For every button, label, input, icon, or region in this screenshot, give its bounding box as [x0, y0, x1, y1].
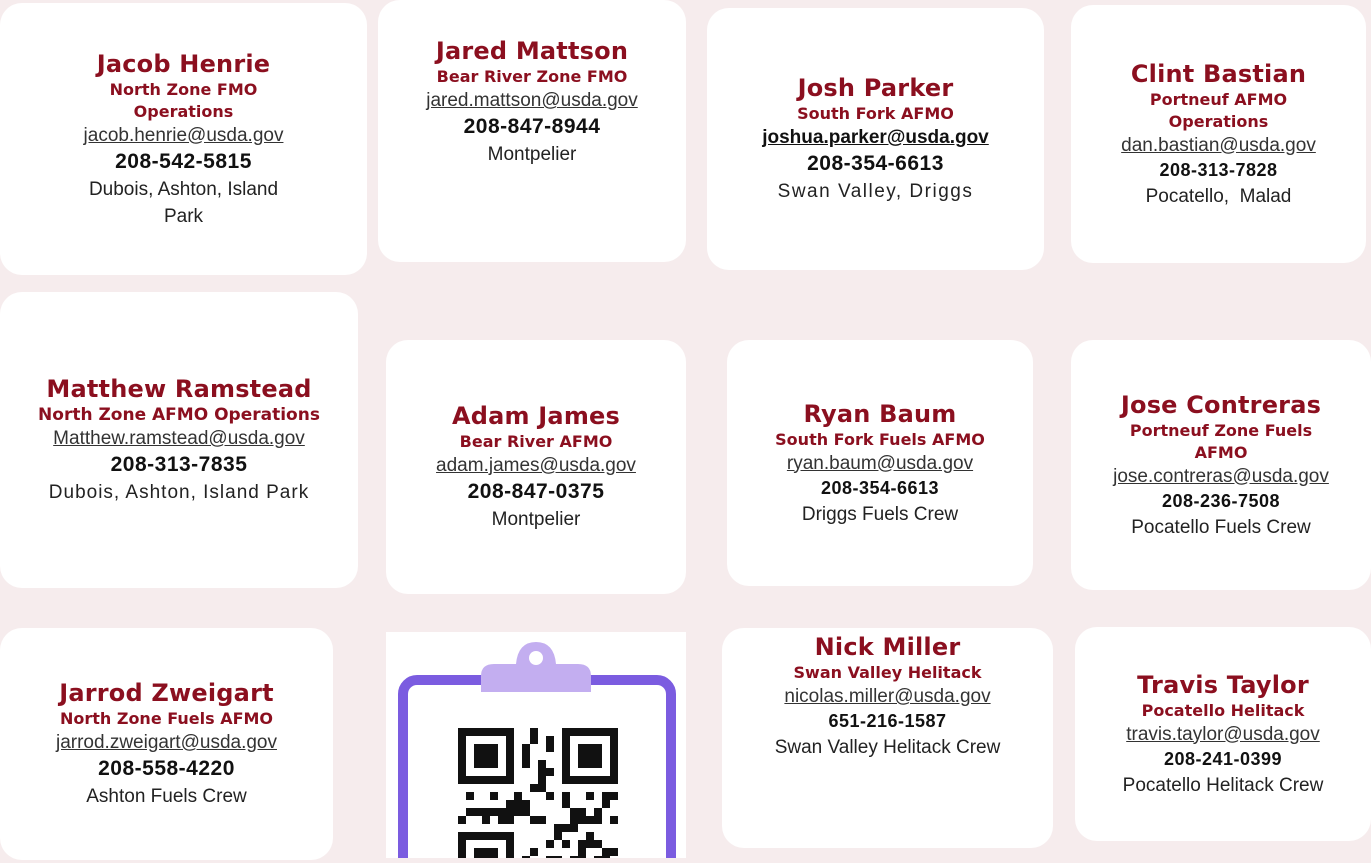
contact-card-jarrod-zweigart: Jarrod Zweigart North Zone Fuels AFMO ja… [0, 628, 333, 860]
qr-code-card [386, 632, 686, 863]
contact-title: North Zone Fuels AFMO [59, 709, 274, 728]
contact-email-link[interactable]: jarrod.zweigart@usda.gov [56, 730, 277, 755]
contact-email-link[interactable]: jared.mattson@usda.gov [426, 88, 638, 113]
contact-location: Swan Valley, Driggs [777, 181, 974, 202]
contact-phone: 208-236-7508 [1161, 490, 1281, 511]
contact-card-jose-contreras: Jose Contreras Portneuf Zone Fuels AFMO … [1071, 340, 1371, 590]
contact-name: Travis Taylor [1137, 670, 1309, 699]
contact-email-link[interactable]: travis.taylor@usda.gov [1126, 722, 1320, 747]
contact-email-link[interactable]: dan.bastian@usda.gov [1121, 133, 1316, 158]
contact-name: Nick Miller [814, 633, 961, 661]
contact-location: Pocatello Helitack Crew [1122, 774, 1324, 796]
contact-card-clint-bastian: Clint Bastian Portneuf AFMO Operations d… [1071, 5, 1366, 263]
contact-card-adam-james: Adam James Bear River AFMO adam.james@us… [386, 340, 686, 594]
contact-title: Bear River Zone FMO [436, 67, 628, 86]
contact-phone: 208-558-4220 [98, 757, 235, 780]
contact-card-josh-parker: Josh Parker South Fork AFMO joshua.parke… [707, 8, 1044, 270]
contact-location: Ashton Fuels Crew [86, 786, 247, 807]
contact-phone: 208-542-5815 [115, 149, 252, 173]
contact-title: South Fork AFMO [797, 104, 954, 123]
contact-title: Bear River AFMO [459, 432, 613, 451]
contact-name: Jose Contreras [1120, 390, 1322, 419]
contact-name: Jarrod Zweigart [59, 679, 274, 707]
contact-name: Matthew Ramstead [46, 375, 312, 403]
contact-location: Pocatello Fuels Crew [1131, 516, 1311, 538]
contact-location: Driggs Fuels Crew [801, 503, 959, 525]
contact-location: Montpelier [491, 509, 581, 530]
contact-name: Ryan Baum [803, 399, 957, 428]
contact-phone: 208-313-7835 [110, 453, 248, 476]
contact-location: Swan Valley Helitack Crew [774, 737, 1001, 758]
contact-title: North Zone AFMO Operations [38, 405, 320, 425]
contact-title: North Zone FMO Operations [109, 79, 258, 121]
contact-name: Josh Parker [797, 74, 954, 102]
contact-phone: 208-847-8944 [463, 115, 601, 138]
contact-title: South Fork Fuels AFMO [775, 429, 985, 449]
contact-phone: 208-354-6613 [820, 477, 940, 498]
contact-name: Adam James [451, 402, 620, 430]
contact-email-link[interactable]: joshua.parker@usda.gov [762, 125, 989, 150]
contact-name: Jacob Henrie [96, 49, 271, 78]
contact-card-travis-taylor: Travis Taylor Pocatello Helitack travis.… [1075, 627, 1371, 841]
clipboard-frame [398, 675, 676, 863]
contact-card-jared-mattson: Jared Mattson Bear River Zone FMO jared.… [378, 0, 686, 262]
contact-name: Jared Mattson [435, 37, 629, 65]
contact-email-link[interactable]: jose.contreras@usda.gov [1113, 464, 1329, 489]
contact-location: Pocatello, Malad [1145, 185, 1292, 207]
clipboard-qr-code-icon[interactable] [386, 632, 686, 863]
contact-email-link[interactable]: ryan.baum@usda.gov [787, 451, 973, 476]
clipboard-clip [481, 642, 591, 692]
contact-email-link[interactable]: nicolas.miller@usda.gov [784, 684, 990, 709]
contact-title: Portneuf AFMO Operations [1149, 89, 1288, 131]
contact-title: Portneuf Zone Fuels AFMO [1129, 420, 1313, 462]
contact-card-jacob-henrie: Jacob Henrie North Zone FMO Operations j… [0, 3, 367, 275]
contact-email-link[interactable]: jacob.henrie@usda.gov [84, 123, 284, 148]
contact-title: Pocatello Helitack [1141, 700, 1305, 720]
contact-card-ryan-baum: Ryan Baum South Fork Fuels AFMO ryan.bau… [727, 340, 1033, 586]
contact-card-matthew-ramstead: Matthew Ramstead North Zone AFMO Operati… [0, 292, 358, 588]
contact-phone: 208-241-0399 [1163, 748, 1283, 769]
contact-phone: 208-847-0375 [467, 480, 605, 503]
contact-email-link[interactable]: adam.james@usda.gov [436, 453, 636, 478]
contact-location: Dubois, Ashton, Island Park [88, 178, 279, 227]
contact-location: Montpelier [487, 144, 577, 165]
contact-phone: 208-354-6613 [807, 152, 944, 175]
contact-card-nick-miller: Nick Miller Swan Valley Helitack nicolas… [722, 628, 1053, 848]
contact-title: Swan Valley Helitack [793, 663, 982, 682]
contact-phone: 208-313-7828 [1159, 159, 1278, 180]
contact-location: Dubois, Ashton, Island Park [48, 482, 310, 503]
contact-phone: 651-216-1587 [828, 711, 947, 731]
contact-name: Clint Bastian [1130, 59, 1307, 88]
contact-email-link[interactable]: Matthew.ramstead@usda.gov [53, 426, 305, 451]
